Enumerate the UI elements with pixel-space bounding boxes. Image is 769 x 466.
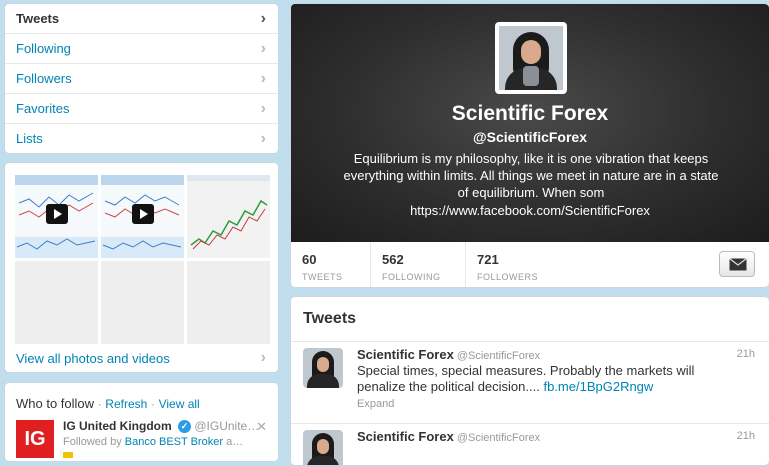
envelope-icon <box>729 258 747 271</box>
candlestick-chart-graphic <box>187 175 270 250</box>
profile-avatar[interactable] <box>495 22 567 94</box>
avatar-photo <box>499 26 563 90</box>
nav-item-label: Lists <box>16 131 43 146</box>
chevron-right-icon: › <box>260 70 266 87</box>
tweet-text: Special times, special measures. Probabl… <box>357 363 697 395</box>
dismiss-icon[interactable]: ✕ <box>256 419 267 435</box>
tweet-item[interactable]: Scientific Forex @ScientificForex 21h Spe… <box>291 341 769 422</box>
stat-following[interactable]: 562 FOLLOWING <box>371 242 466 287</box>
profile-bio: Equilibrium is my philosophy, like it is… <box>343 151 719 200</box>
followed-by-prefix: Followed by <box>63 436 122 448</box>
refresh-link[interactable]: Refresh <box>105 397 147 411</box>
followed-by-text: Followed by Banco BEST Broker a… <box>63 436 243 448</box>
verified-badge-icon: ✓ <box>178 420 191 434</box>
stat-label: FOLLOWING <box>382 272 441 282</box>
view-all-link[interactable]: View all <box>159 397 200 411</box>
tweets-title: Tweets <box>303 310 357 327</box>
nav-item-label: Tweets <box>16 11 60 26</box>
separator: · <box>150 397 155 411</box>
follow-badge-icon <box>63 452 73 458</box>
tweet-avatar[interactable] <box>303 430 343 465</box>
suggested-account-name: IG United Kingdom <box>63 419 172 433</box>
tweet-author-handle: @ScientificForex <box>456 432 541 444</box>
chevron-right-icon: › <box>260 40 266 57</box>
profile-card: Scientific Forex @ScientificForex Equili… <box>290 3 769 288</box>
tweet-author-name: Scientific Forex <box>357 429 454 444</box>
nav-item-followers[interactable]: Followers › <box>5 64 278 94</box>
chevron-right-icon: › <box>260 349 266 366</box>
tweet-author-handle: @ScientificForex <box>456 350 541 362</box>
nav-item-tweets[interactable]: Tweets › <box>5 4 278 34</box>
followed-by-suffix: a… <box>226 436 244 448</box>
suggested-account-name-row[interactable]: IG United Kingdom ✓ @IGUnite… <box>63 419 260 434</box>
followed-by-link[interactable]: Banco BEST Broker <box>125 436 223 448</box>
who-to-follow-header: Who to follow · Refresh · View all <box>16 396 200 411</box>
nav-item-label: Followers <box>16 71 72 86</box>
direct-message-button[interactable] <box>719 251 755 277</box>
stat-label: TWEETS <box>302 272 343 282</box>
who-to-follow-title: Who to follow <box>16 396 95 411</box>
empty-thumbnail <box>187 261 270 344</box>
tweet-expand-link[interactable]: Expand <box>357 398 394 410</box>
tweet-timestamp[interactable]: 21h <box>737 430 755 442</box>
video-thumbnail[interactable] <box>101 175 184 258</box>
stat-followers[interactable]: 721 FOLLOWERS <box>466 242 566 287</box>
tweet-author-name: Scientific Forex <box>357 347 454 362</box>
stat-value: 721 <box>477 252 499 267</box>
stat-tweets[interactable]: 60 TWEETS <box>291 242 371 287</box>
tweet-timestamp[interactable]: 21h <box>737 348 755 360</box>
tweet-link[interactable]: fb.me/1BpG2Rngw <box>543 379 653 394</box>
play-icon <box>132 204 154 224</box>
tweet-author-row[interactable]: Scientific Forex @ScientificForex <box>357 347 540 362</box>
separator: · <box>97 397 102 411</box>
profile-url-link[interactable]: https://www.facebook.com/ScientificForex <box>291 203 769 218</box>
tweet-item[interactable]: Scientific Forex @ScientificForex 21h <box>291 423 769 465</box>
profile-nav: Tweets › Following › Followers › Favorit… <box>4 3 279 154</box>
tweets-stream: Tweets Scientific Forex @ScientificForex … <box>290 296 769 466</box>
chevron-right-icon: › <box>260 100 266 117</box>
tweet-author-row[interactable]: Scientific Forex @ScientificForex <box>357 429 540 444</box>
nav-item-label: Favorites <box>16 101 70 116</box>
play-icon <box>46 204 68 224</box>
nav-item-favorites[interactable]: Favorites › <box>5 94 278 124</box>
profile-handle: @ScientificForex <box>472 129 588 145</box>
chevron-right-icon: › <box>260 130 266 147</box>
nav-item-label: Following <box>16 41 71 56</box>
video-thumbnail[interactable] <box>15 175 98 258</box>
suggested-account-handle: @IGUnite… <box>194 419 260 433</box>
nav-item-following[interactable]: Following › <box>5 34 278 64</box>
chart-photo-thumbnail[interactable] <box>187 175 270 258</box>
suggested-account-avatar[interactable]: IG <box>16 420 54 458</box>
empty-thumbnail <box>15 261 98 344</box>
tweet-avatar[interactable] <box>303 348 343 388</box>
media-gallery: View all photos and videos › <box>4 162 279 373</box>
stat-label: FOLLOWERS <box>477 272 539 282</box>
stat-value: 562 <box>382 252 404 267</box>
stat-value: 60 <box>302 252 317 267</box>
profile-name: Scientific Forex <box>451 102 609 125</box>
nav-item-lists[interactable]: Lists › <box>5 124 278 153</box>
chevron-right-icon: › <box>260 10 266 27</box>
empty-thumbnail <box>101 261 184 344</box>
who-to-follow: Who to follow · Refresh · View all IG IG… <box>4 382 279 462</box>
view-all-photos-link[interactable]: View all photos and videos <box>16 351 170 366</box>
